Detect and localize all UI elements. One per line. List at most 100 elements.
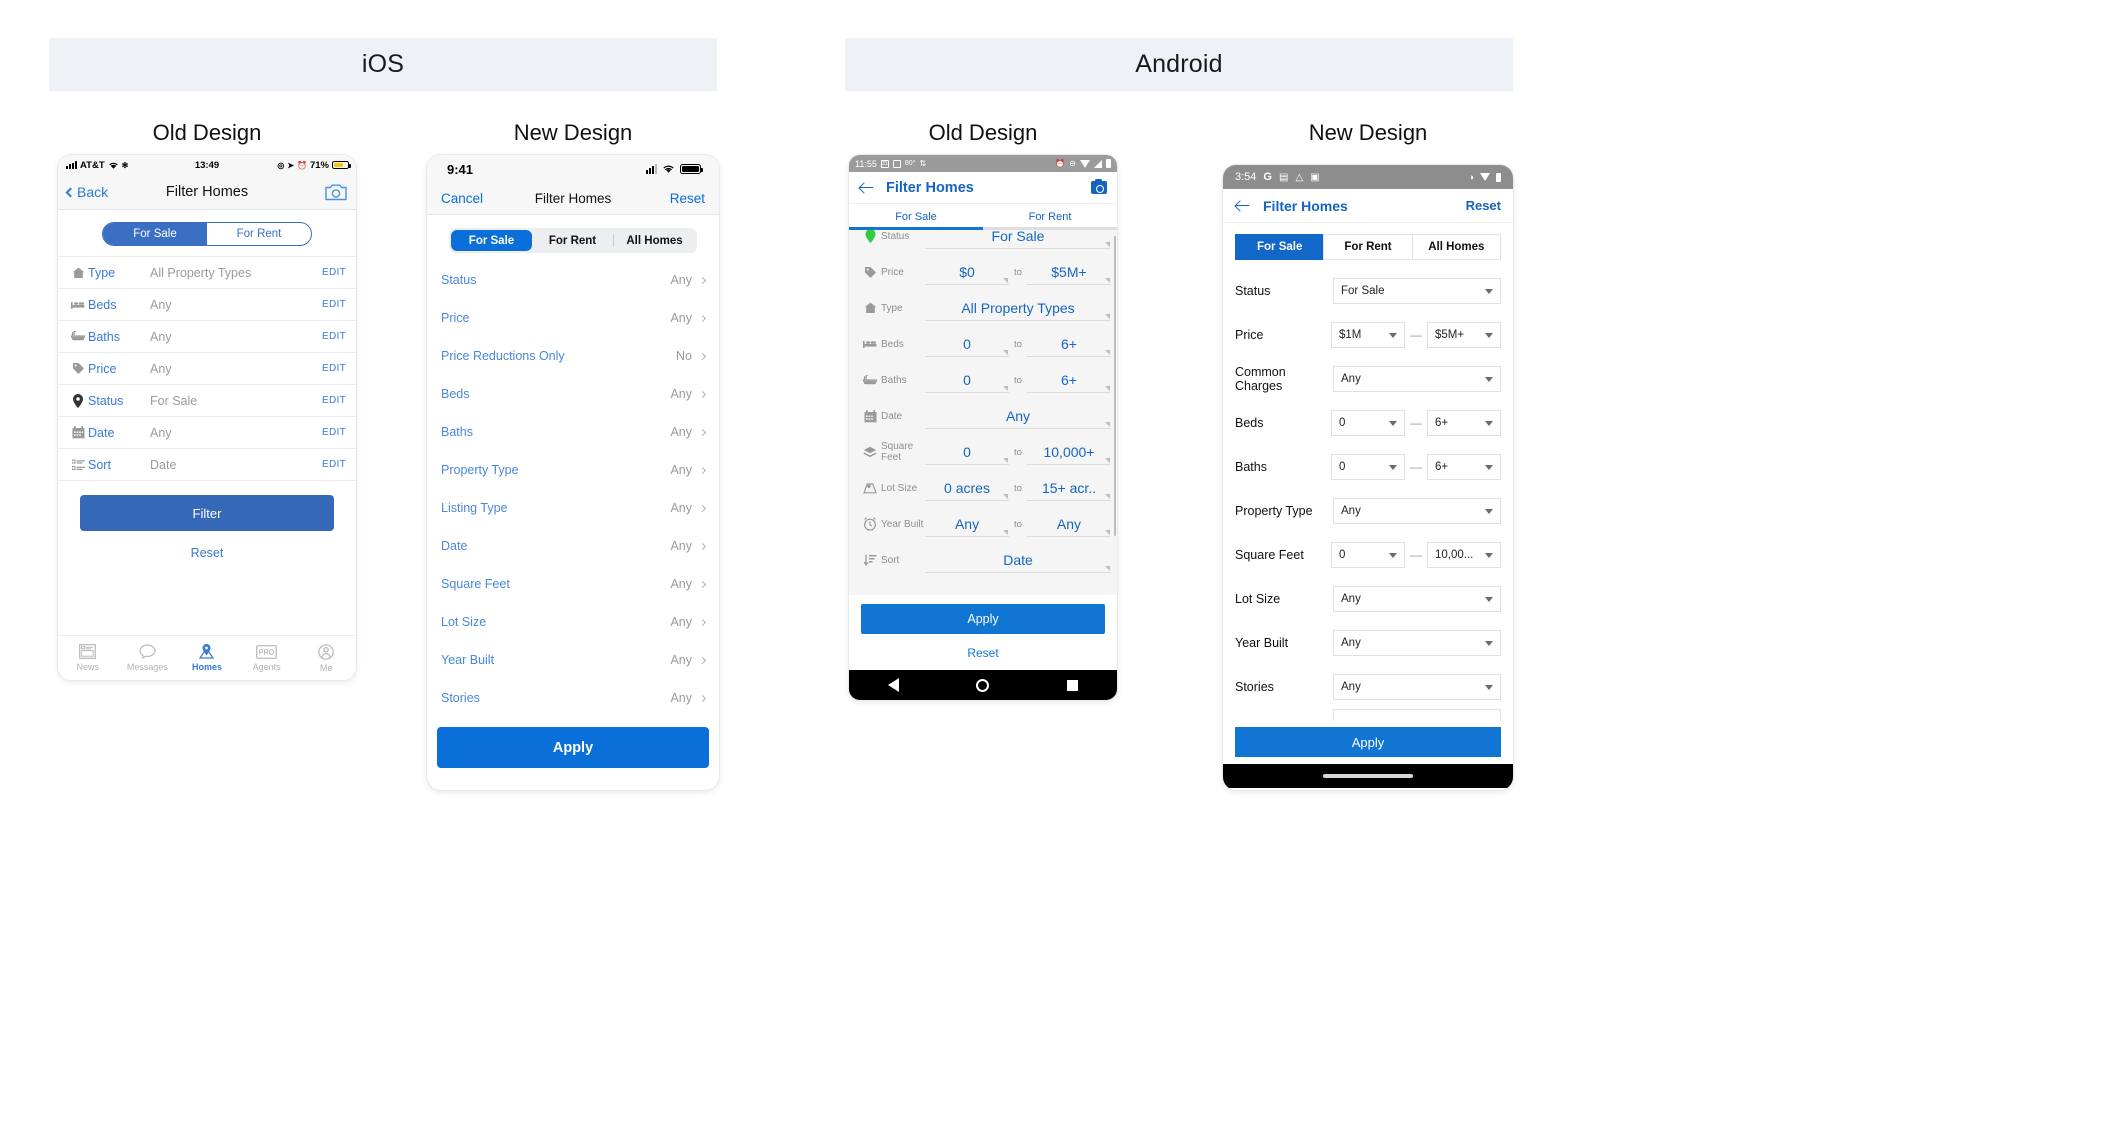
- beds-min-select[interactable]: 0: [1331, 410, 1405, 436]
- filter-row-lot-size[interactable]: Lot Size Any: [1223, 577, 1513, 621]
- type-spinner[interactable]: All Property Types: [925, 295, 1111, 321]
- filter-row-date[interactable]: Date Any: [849, 398, 1117, 434]
- apply-button[interactable]: Apply: [437, 727, 709, 768]
- recents-square-icon[interactable]: [1067, 679, 1079, 691]
- lot-size-select[interactable]: Any: [1333, 586, 1501, 612]
- next-select-clipped[interactable]: [1333, 709, 1501, 721]
- filter-button[interactable]: Filter: [80, 495, 334, 531]
- camera-icon[interactable]: [325, 183, 347, 201]
- status-tabs[interactable]: For Sale For Rent: [849, 204, 1117, 230]
- scrollbar[interactable]: [1113, 236, 1116, 536]
- edit-button[interactable]: EDIT: [322, 331, 346, 342]
- status-spinner[interactable]: For Sale: [925, 230, 1111, 249]
- status-select[interactable]: For Sale: [1333, 278, 1501, 304]
- filter-scroll-area[interactable]: Status For Sale Price $0 to $5M+ Type Al…: [849, 230, 1117, 595]
- filter-row-beds[interactable]: Beds 0 to 6+: [849, 326, 1117, 362]
- lotsize-max-spinner[interactable]: 15+ acr..: [1026, 475, 1111, 501]
- filter-row-square-feet[interactable]: Square Feet 0 — 10,00...: [1223, 533, 1513, 577]
- filter-row-status[interactable]: Status Any: [427, 261, 719, 299]
- filter-row-status[interactable]: Status For Sale: [849, 230, 1117, 254]
- filter-row-status[interactable]: Status For Sale EDIT: [58, 384, 356, 416]
- reset-link[interactable]: Reset: [58, 546, 356, 560]
- edit-button[interactable]: EDIT: [322, 395, 346, 406]
- back-button[interactable]: Back: [65, 184, 108, 200]
- filter-row-baths[interactable]: Baths Any EDIT: [58, 320, 356, 352]
- filter-row-square-feet[interactable]: Square Feet 0 to 10,000+: [849, 434, 1117, 470]
- status-segmented-control[interactable]: For Sale For Rent All Homes: [1235, 234, 1501, 260]
- filter-row-price-reductions-only[interactable]: Price Reductions Only No: [427, 337, 719, 375]
- reset-button[interactable]: Reset: [1466, 198, 1501, 213]
- apply-button[interactable]: Apply: [1235, 727, 1501, 757]
- status-segmented-control[interactable]: For Sale For Rent: [102, 222, 312, 246]
- sqft-max-spinner[interactable]: 10,000+: [1026, 439, 1111, 465]
- filter-row-beds[interactable]: Beds Any EDIT: [58, 288, 356, 320]
- camera-icon[interactable]: [1091, 178, 1107, 194]
- date-spinner[interactable]: Any: [925, 403, 1111, 429]
- segment-for-rent[interactable]: For Rent: [1323, 234, 1413, 260]
- segment-for-rent[interactable]: For Rent: [532, 230, 613, 251]
- reset-link[interactable]: Reset: [849, 646, 1117, 660]
- reset-button[interactable]: Reset: [670, 191, 705, 206]
- edit-button[interactable]: EDIT: [322, 363, 346, 374]
- filter-row-year-built[interactable]: Year Built Any: [427, 641, 719, 679]
- edit-button[interactable]: EDIT: [322, 459, 346, 470]
- tab-homes[interactable]: Homes: [177, 644, 237, 672]
- beds-max-spinner[interactable]: 6+: [1026, 331, 1111, 357]
- arrow-left-icon[interactable]: [859, 180, 874, 195]
- segment-for-rent[interactable]: For Rent: [207, 223, 311, 245]
- filter-row-price[interactable]: Price Any EDIT: [58, 352, 356, 384]
- price-min-select[interactable]: $1M: [1331, 322, 1405, 348]
- apply-button[interactable]: Apply: [861, 604, 1105, 634]
- filter-row-common-charges[interactable]: Common Charges Any: [1223, 357, 1513, 401]
- arrow-left-icon[interactable]: [1235, 198, 1250, 213]
- filter-row-beds[interactable]: Beds 0 — 6+: [1223, 401, 1513, 445]
- sqft-min-spinner[interactable]: 0: [925, 439, 1010, 465]
- edit-button[interactable]: EDIT: [322, 427, 346, 438]
- property-type-select[interactable]: Any: [1333, 498, 1501, 524]
- baths-max-select[interactable]: 6+: [1427, 454, 1501, 480]
- price-max-spinner[interactable]: $5M+: [1026, 259, 1111, 285]
- beds-min-spinner[interactable]: 0: [925, 331, 1010, 357]
- segment-all-homes[interactable]: All Homes: [1411, 234, 1501, 260]
- stories-select[interactable]: Any: [1333, 674, 1501, 700]
- yearbuilt-max-spinner[interactable]: Any: [1026, 511, 1111, 537]
- edit-button[interactable]: EDIT: [322, 267, 346, 278]
- filter-row-price[interactable]: Price $0 to $5M+: [849, 254, 1117, 290]
- price-max-select[interactable]: $5M+: [1427, 322, 1501, 348]
- filter-row-date[interactable]: Date Any: [427, 527, 719, 565]
- filter-row-year-built[interactable]: Year Built Any: [1223, 621, 1513, 665]
- baths-max-spinner[interactable]: 6+: [1026, 367, 1111, 393]
- filter-row-price[interactable]: Price $1M — $5M+: [1223, 313, 1513, 357]
- filter-row-beds[interactable]: Beds Any: [427, 375, 719, 413]
- filter-row-type[interactable]: Type All Property Types: [849, 290, 1117, 326]
- filter-row-listing-type[interactable]: Listing Type Any: [427, 489, 719, 527]
- filter-row-status[interactable]: Status For Sale: [1223, 269, 1513, 313]
- filter-row-date[interactable]: Date Any EDIT: [58, 416, 356, 448]
- segment-all-homes[interactable]: All Homes: [614, 230, 695, 251]
- cancel-button[interactable]: Cancel: [441, 191, 483, 206]
- sort-spinner[interactable]: Date: [925, 547, 1111, 573]
- tab-me[interactable]: Me: [296, 643, 356, 673]
- lotsize-min-spinner[interactable]: 0 acres: [925, 475, 1010, 501]
- filter-row-baths[interactable]: Baths 0 to 6+: [849, 362, 1117, 398]
- filter-row-baths[interactable]: Baths Any: [427, 413, 719, 451]
- home-circle-icon[interactable]: [976, 678, 990, 692]
- filter-row-stories[interactable]: Stories Any: [1223, 665, 1513, 709]
- sqft-max-select[interactable]: 10,00...: [1427, 542, 1501, 568]
- yearbuilt-min-spinner[interactable]: Any: [925, 511, 1010, 537]
- segment-for-sale[interactable]: For Sale: [1235, 234, 1325, 260]
- filter-row-type[interactable]: Type All Property Types EDIT: [58, 256, 356, 288]
- filter-row-square-feet[interactable]: Square Feet Any: [427, 565, 719, 603]
- edit-button[interactable]: EDIT: [322, 299, 346, 310]
- filter-row-property-type[interactable]: Property Type Any: [427, 451, 719, 489]
- filter-row-baths[interactable]: Baths 0 — 6+: [1223, 445, 1513, 489]
- tab-news[interactable]: News: [58, 644, 118, 672]
- filter-row-price[interactable]: Price Any: [427, 299, 719, 337]
- status-segmented-control[interactable]: For Sale For Rent All Homes: [449, 228, 697, 253]
- baths-min-select[interactable]: 0: [1331, 454, 1405, 480]
- price-min-spinner[interactable]: $0: [925, 259, 1010, 285]
- tab-messages[interactable]: Messages: [118, 644, 178, 672]
- filter-row-sort[interactable]: Sort Date EDIT: [58, 448, 356, 480]
- filter-row-lot-size[interactable]: Lot Size 0 acres to 15+ acr..: [849, 470, 1117, 506]
- common-charges-select[interactable]: Any: [1333, 366, 1501, 392]
